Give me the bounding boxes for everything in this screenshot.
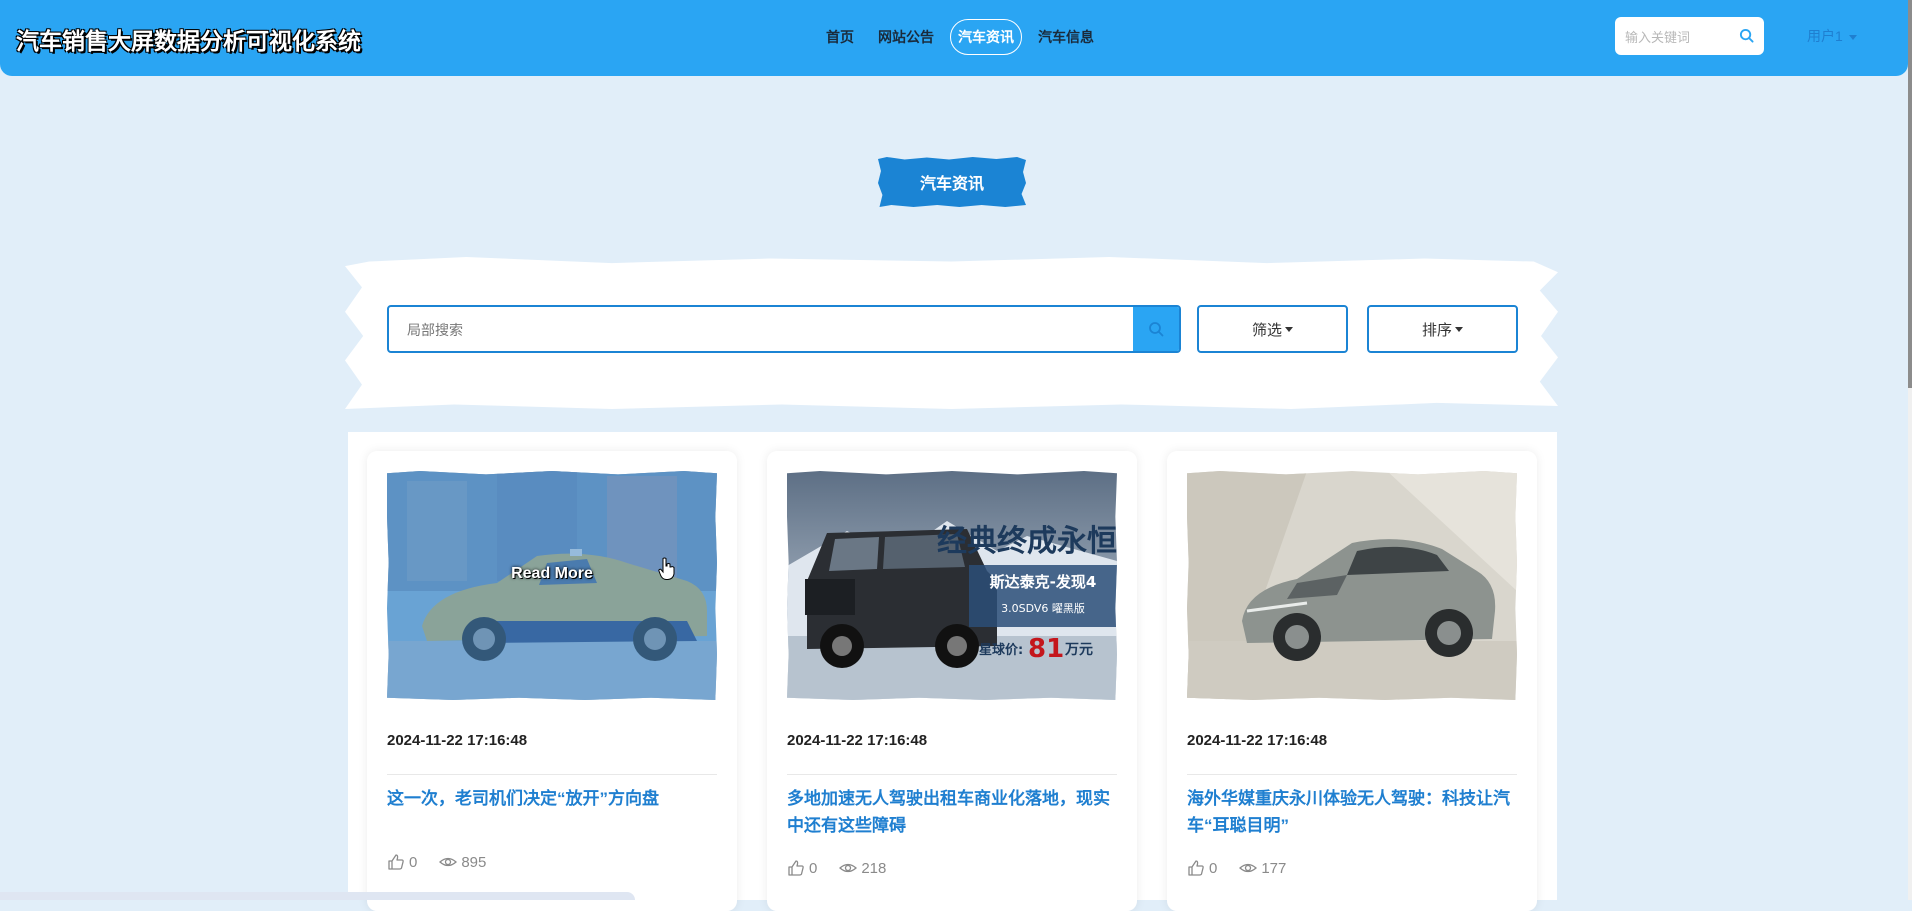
thumbs-up-icon[interactable] xyxy=(1187,859,1205,877)
filter-button[interactable]: 筛选 xyxy=(1197,305,1348,353)
hand-cursor-icon xyxy=(658,557,675,580)
banner-price: 81 xyxy=(1028,634,1064,664)
news-card-image[interactable]: Read More xyxy=(387,471,717,700)
header-search-input[interactable] xyxy=(1615,17,1737,57)
news-stats: 0 895 xyxy=(387,853,486,871)
local-search-button[interactable] xyxy=(1133,307,1179,351)
news-date: 2024-11-22 17:16:48 xyxy=(787,732,928,749)
news-card-image[interactable] xyxy=(1187,471,1517,700)
top-header: 汽车销售大屏数据分析可视化系统 首页 网站公告 汽车资讯 汽车信息 用户1 xyxy=(0,0,1908,76)
nav-home[interactable]: 首页 xyxy=(818,19,862,55)
user-name: 用户1 xyxy=(1807,28,1843,44)
news-title[interactable]: 这一次，老司机们决定“放开”方向盘 xyxy=(387,785,717,812)
banner-price-unit: 万元 xyxy=(1064,642,1093,658)
main-nav: 首页 网站公告 汽车资讯 汽车信息 xyxy=(818,19,1102,55)
section-title: 汽车资讯 xyxy=(878,157,1026,207)
site-title[interactable]: 汽车销售大屏数据分析可视化系统 xyxy=(16,22,361,56)
header-search xyxy=(1615,17,1764,57)
divider xyxy=(1187,774,1517,775)
thumbs-up-icon[interactable] xyxy=(787,859,805,877)
banner-trim: 3.0SDV6 曜黑版 xyxy=(1001,601,1085,615)
view-count: 177 xyxy=(1261,859,1287,877)
scrollbar-thumb[interactable] xyxy=(1908,0,1912,388)
news-card-image[interactable]: 经典终成永恒 斯达泰克-发现4 3.0SDV6 曜黑版 星球价: 81 万元 xyxy=(787,471,1117,700)
local-search-box xyxy=(387,305,1181,353)
banner-headline: 经典终成永恒 xyxy=(937,524,1117,559)
filter-label: 筛选 xyxy=(1251,321,1282,339)
user-menu[interactable]: 用户1 xyxy=(1807,26,1857,46)
like-count: 0 xyxy=(1209,859,1218,877)
news-card[interactable]: 2024-11-22 17:16:48 海外华媒重庆永川体验无人驾驶：科技让汽车… xyxy=(1167,451,1537,911)
like-count: 0 xyxy=(809,859,818,877)
news-date: 2024-11-22 17:16:48 xyxy=(1187,732,1328,749)
nav-announcements[interactable]: 网站公告 xyxy=(870,19,942,55)
eye-icon xyxy=(839,863,858,873)
divider xyxy=(787,774,1117,775)
silver-ev-image xyxy=(1187,471,1517,700)
banner-model: 斯达泰克-发现4 xyxy=(990,573,1097,591)
page-scrollbar[interactable] xyxy=(1908,0,1912,900)
local-search-input[interactable] xyxy=(389,307,1149,351)
thumbs-up-icon[interactable] xyxy=(387,853,405,871)
status-bar xyxy=(0,892,635,900)
sort-button[interactable]: 排序 xyxy=(1367,305,1518,353)
nav-car-news[interactable]: 汽车资讯 xyxy=(950,19,1022,55)
eye-icon xyxy=(439,857,458,867)
caret-down-icon xyxy=(1455,326,1463,332)
news-card[interactable]: Read More 2024-11-22 17:16:48 这一次，老司机们决定… xyxy=(367,451,737,911)
like-count: 0 xyxy=(409,853,418,871)
search-icon[interactable] xyxy=(1739,28,1754,48)
news-card[interactable]: 经典终成永恒 斯达泰克-发现4 3.0SDV6 曜黑版 星球价: 81 万元 2… xyxy=(767,451,1137,911)
sort-label: 排序 xyxy=(1421,321,1452,339)
read-more-overlay xyxy=(387,471,717,700)
view-count: 218 xyxy=(861,859,887,877)
caret-down-icon xyxy=(1285,326,1293,332)
banner-price-prefix: 星球价: xyxy=(979,642,1023,658)
news-title[interactable]: 海外华媒重庆永川体验无人驾驶：科技让汽车“耳聪目明” xyxy=(1187,785,1517,839)
news-date: 2024-11-22 17:16:48 xyxy=(387,732,528,749)
caret-down-icon xyxy=(1848,34,1857,40)
nav-car-info[interactable]: 汽车信息 xyxy=(1030,19,1102,55)
view-count: 895 xyxy=(461,853,487,871)
divider xyxy=(387,774,717,775)
suv-ad-image: 经典终成永恒 斯达泰克-发现4 3.0SDV6 曜黑版 星球价: 81 万元 xyxy=(787,471,1117,700)
news-stats: 0 218 xyxy=(787,859,886,877)
news-stats: 0 177 xyxy=(1187,859,1286,877)
news-title[interactable]: 多地加速无人驾驶出租车商业化落地，现实中还有这些障碍 xyxy=(787,785,1117,839)
search-icon xyxy=(1149,322,1164,337)
eye-icon xyxy=(1239,863,1258,873)
